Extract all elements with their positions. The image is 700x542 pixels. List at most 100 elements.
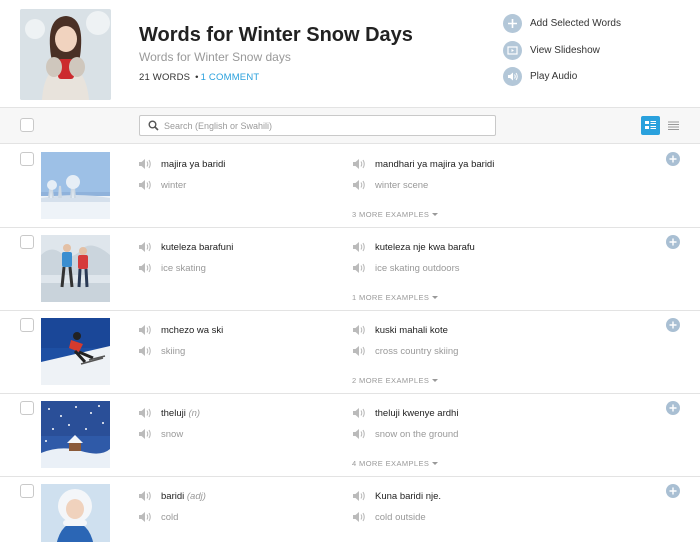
play-word-audio-icon[interactable]	[138, 240, 153, 254]
add-word-button[interactable]	[666, 235, 680, 249]
part-of-speech: (adj)	[186, 491, 206, 502]
speaker-icon	[503, 67, 522, 86]
play-translation-audio-icon[interactable]	[138, 510, 153, 524]
play-translation-audio-icon[interactable]	[138, 344, 153, 358]
word-image-skiing	[41, 318, 110, 385]
word-row: mchezo wa ski skiing kuski mahali kote c…	[0, 311, 700, 394]
play-example-translation-audio-icon[interactable]	[352, 261, 367, 275]
more-examples-link[interactable]: 2 MORE EXAMPLES	[352, 376, 439, 385]
part-of-speech: (n)	[188, 408, 201, 419]
play-word-audio-icon[interactable]	[138, 489, 153, 503]
chevron-down-icon	[432, 296, 439, 299]
more-examples-label: 2 MORE EXAMPLES	[352, 376, 430, 385]
play-example-translation-audio-icon[interactable]	[352, 178, 367, 192]
compact-list-icon	[668, 121, 679, 131]
word-image-ice-skating	[41, 235, 110, 302]
word-row: majira ya baridi winter mandhari ya maji…	[0, 145, 700, 228]
swahili-word: majira ya baridi	[161, 159, 226, 170]
plus-circle-icon	[503, 14, 522, 33]
comment-link[interactable]: 1 COMMENT	[201, 72, 260, 83]
view-slideshow-button[interactable]: View Slideshow	[503, 40, 683, 68]
play-word-audio-icon[interactable]	[138, 406, 153, 420]
play-example-audio-icon[interactable]	[352, 323, 367, 337]
list-cover-image	[20, 9, 111, 100]
list-view-toggle[interactable]	[641, 116, 660, 135]
english-translation: snow	[161, 429, 184, 440]
plus-icon	[669, 404, 677, 412]
select-all-checkbox[interactable]	[20, 118, 34, 132]
page-title: Words for Winter Snow Days	[139, 24, 413, 46]
play-example-audio-icon[interactable]	[352, 489, 367, 503]
play-example-translation-audio-icon[interactable]	[352, 344, 367, 358]
row-checkbox[interactable]	[20, 484, 34, 498]
row-checkbox[interactable]	[20, 401, 34, 415]
play-example-translation-audio-icon[interactable]	[352, 427, 367, 441]
english-example: cold outside	[375, 512, 426, 523]
english-translation: skiing	[161, 346, 186, 357]
swahili-word: baridi	[161, 491, 185, 502]
swahili-example: theluji kwenye ardhi	[375, 408, 459, 419]
more-examples-link[interactable]: 4 MORE EXAMPLES	[352, 459, 439, 468]
english-translation: cold	[161, 512, 179, 523]
chevron-down-icon	[432, 213, 439, 216]
search-input[interactable]	[164, 118, 484, 133]
row-checkbox[interactable]	[20, 235, 34, 249]
play-translation-audio-icon[interactable]	[138, 261, 153, 275]
play-translation-audio-icon[interactable]	[138, 427, 153, 441]
add-word-button[interactable]	[666, 401, 680, 415]
search-icon	[148, 120, 159, 131]
list-meta: 21 WORDS • 1 COMMENT	[139, 72, 259, 83]
play-audio-button[interactable]: Play Audio	[503, 67, 683, 94]
page-subtitle: Words for Winter Snow days	[139, 50, 291, 64]
plus-icon	[669, 321, 677, 329]
list-toolbar	[0, 108, 700, 144]
add-selected-words-button[interactable]: Add Selected Words	[503, 14, 683, 41]
word-count: 21 WORDS	[139, 72, 191, 83]
chevron-down-icon	[432, 462, 439, 465]
plus-icon	[669, 238, 677, 246]
english-example: winter scene	[375, 180, 429, 191]
search-box[interactable]	[139, 115, 496, 136]
word-row: baridi (adj) cold Kuna baridi nje. cold …	[0, 477, 700, 542]
swahili-word: mchezo wa ski	[161, 325, 224, 336]
detailed-list-icon	[645, 121, 656, 129]
list-header: Words for Winter Snow Days Words for Win…	[0, 0, 700, 108]
more-examples-label: 1 MORE EXAMPLES	[352, 293, 430, 302]
play-example-audio-icon[interactable]	[352, 406, 367, 420]
word-list: majira ya baridi winter mandhari ya maji…	[0, 145, 700, 542]
row-checkbox[interactable]	[20, 152, 34, 166]
english-example: cross country skiing	[375, 346, 459, 357]
compact-view-toggle[interactable]	[664, 116, 683, 135]
english-translation: ice skating	[161, 263, 206, 274]
plus-icon	[669, 487, 677, 495]
slideshow-icon	[503, 40, 522, 60]
english-translation: winter	[161, 180, 187, 191]
play-example-audio-icon[interactable]	[352, 240, 367, 254]
plus-icon	[669, 155, 677, 163]
swahili-word: kuteleza barafuni	[161, 242, 234, 253]
word-image-snow	[41, 401, 110, 468]
word-image-cold	[41, 484, 110, 542]
play-word-audio-icon[interactable]	[138, 157, 153, 171]
add-selected-words-label: Add Selected Words	[530, 18, 621, 29]
english-example: snow on the ground	[375, 429, 459, 440]
row-checkbox[interactable]	[20, 318, 34, 332]
list-actions: Add Selected Words View Slideshow Play A…	[503, 14, 683, 94]
view-slideshow-label: View Slideshow	[530, 44, 600, 56]
word-row: kuteleza barafuni ice skating kuteleza n…	[0, 228, 700, 311]
play-translation-audio-icon[interactable]	[138, 178, 153, 192]
swahili-example: Kuna baridi nje.	[375, 491, 442, 502]
add-word-button[interactable]	[666, 484, 680, 498]
play-word-audio-icon[interactable]	[138, 323, 153, 337]
add-word-button[interactable]	[666, 318, 680, 332]
word-row: theluji (n) snow theluji kwenye ardhi sn…	[0, 394, 700, 477]
english-example: ice skating outdoors	[375, 263, 460, 274]
play-example-audio-icon[interactable]	[352, 157, 367, 171]
more-examples-link[interactable]: 1 MORE EXAMPLES	[352, 293, 439, 302]
swahili-word-with-pos: baridi (adj)	[161, 491, 206, 502]
add-word-button[interactable]	[666, 152, 680, 166]
play-example-translation-audio-icon[interactable]	[352, 510, 367, 524]
chevron-down-icon	[432, 379, 439, 382]
more-examples-link[interactable]: 3 MORE EXAMPLES	[352, 210, 439, 219]
more-examples-label: 3 MORE EXAMPLES	[352, 210, 430, 219]
